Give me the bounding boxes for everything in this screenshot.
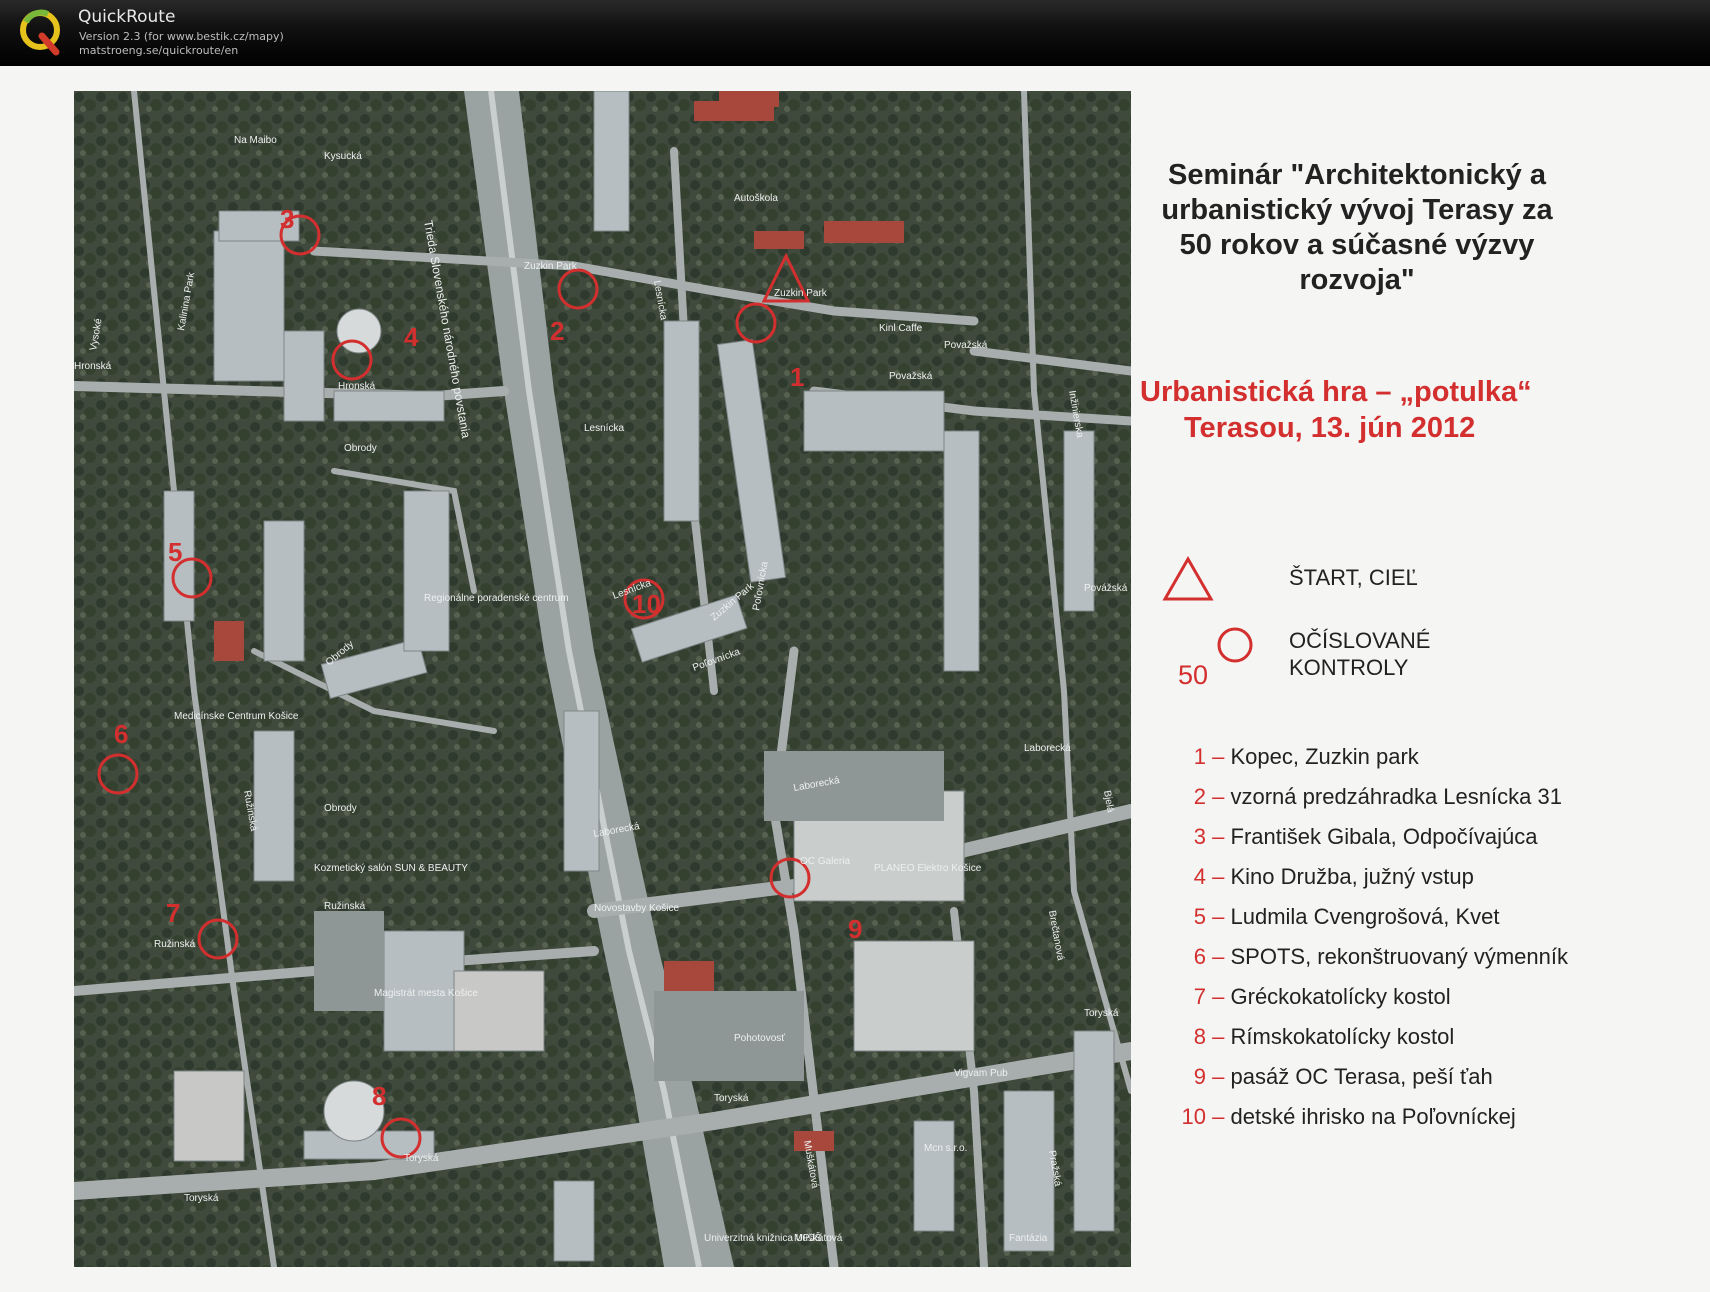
seminar-title: Seminár "Architektonický a urbanistický … — [1132, 158, 1582, 298]
street-label: Regionálne poradenské centrum — [424, 593, 569, 604]
control-label-9: 9 — [848, 914, 862, 944]
satellite-map[interactable]: 1 2 3 4 5 6 7 8 9 10 Na Maibo Kysucká Vy… — [74, 91, 1131, 1267]
seminar-title-line: 50 rokov a súčasné výzvy — [1179, 229, 1535, 261]
street-label: Toryská — [184, 1193, 219, 1204]
control-number: 6 — [1193, 944, 1206, 969]
map-canvas: 1 2 3 4 5 6 7 8 9 10 Na Maibo Kysucká Vy… — [74, 91, 1131, 1267]
list-item: 5 – Ludmila Cvengrošová, Kvet — [1156, 904, 1696, 944]
control-description: Gréckokatolícky kostol — [1230, 984, 1451, 1009]
street-label: Kozmetický salón SUN & BEAUTY — [314, 863, 468, 874]
street-label: Mcn s.r.o. — [924, 1143, 967, 1154]
street-label: Zuzkin Park — [524, 261, 578, 272]
street-label: Kinl Caffe — [879, 323, 923, 334]
control-number: 2 — [1193, 784, 1206, 809]
street-label: Obrody — [324, 803, 357, 814]
control-description: František Gibala, Odpočívajúca — [1230, 824, 1538, 849]
street-label: Považská — [889, 371, 933, 382]
game-subtitle: Urbanistická hra – „potulka“ Terasou, 13… — [1140, 374, 1610, 446]
control-number: 3 — [1193, 824, 1206, 849]
control-list: 1 – Kopec, Zuzkin park 2 – vzorná predzá… — [1156, 744, 1696, 1144]
control-label-2: 2 — [550, 316, 564, 346]
list-item: 9 – pasáž OC Terasa, peší ťah — [1156, 1064, 1696, 1104]
control-description: Kino Družba, južný vstup — [1230, 864, 1474, 889]
street-label: PLANEO Elektro Košice — [874, 863, 982, 874]
control-number: 1 — [1193, 744, 1206, 769]
control-label-3: 3 — [280, 204, 294, 234]
control-description: detské ihrisko na Poľovníckej — [1230, 1104, 1516, 1129]
street-label: Autoškola — [734, 193, 778, 204]
control-description: SPOTS, rekonštruovaný výmenník — [1230, 944, 1568, 969]
street-label: OC Galeria — [800, 856, 850, 867]
control-label-4: 4 — [404, 322, 419, 352]
list-item: 7 – Gréckokatolícky kostol — [1156, 984, 1696, 1024]
street-label: Toryská — [1084, 1008, 1119, 1019]
street-label: Univerzitná knižnica UPJŠ — [704, 1231, 822, 1244]
app-header: QuickRoute Version 2.3 (for www.bestik.c… — [0, 0, 1710, 66]
control-description: pasáž OC Terasa, peší ťah — [1230, 1064, 1493, 1089]
list-item: 6 – SPOTS, rekonštruovaný výmenník — [1156, 944, 1696, 984]
list-item: 10 – detské ihrisko na Poľovníckej — [1156, 1104, 1696, 1144]
start-triangle-icon — [1162, 556, 1214, 601]
list-item: 1 – Kopec, Zuzkin park — [1156, 744, 1696, 784]
street-label: Medicínske Centrum Košice — [174, 711, 299, 722]
seminar-title-line: Seminár "Architektonický a — [1167, 159, 1546, 191]
street-label: Ružinská — [324, 901, 366, 912]
list-item: 4 – Kino Družba, južný vstup — [1156, 864, 1696, 904]
control-description: vzorná predzáhradka Lesnícka 31 — [1230, 784, 1562, 809]
street-label: Magistrát mesta Košice — [374, 988, 478, 999]
game-subtitle-line: Terasou, 13. jún 2012 — [1184, 412, 1476, 444]
app-version: Version 2.3 (for www.bestik.cz/mapy) — [79, 30, 284, 43]
street-label: Novostavby Košice — [594, 903, 679, 914]
control-description: Kopec, Zuzkin park — [1230, 744, 1419, 769]
list-item: 2 – vzorná predzáhradka Lesnícka 31 — [1156, 784, 1696, 824]
street-label: Hronská — [338, 381, 376, 392]
seminar-title-line: urbanistický vývoj Terasy za — [1161, 194, 1553, 226]
seminar-title-line: rozvoja" — [1299, 264, 1415, 296]
control-label-7: 7 — [166, 898, 180, 928]
legend-control-number: 50 — [1178, 660, 1209, 690]
quickroute-logo-icon — [20, 9, 60, 56]
street-label: Toryská — [714, 1093, 749, 1104]
game-subtitle-line: Urbanistická hra – „potulka“ — [1140, 376, 1532, 408]
app-title: QuickRoute — [78, 7, 176, 27]
street-label: Považská — [944, 340, 988, 351]
control-number: 10 — [1181, 1104, 1206, 1129]
street-label: Vigvam Pub — [954, 1068, 1008, 1079]
legend-control-label: OČÍSLOVANÉ KONTROLY — [1289, 627, 1430, 681]
street-label: Na Maibo — [234, 135, 277, 146]
street-label: Povážská — [1084, 583, 1128, 594]
control-label-5: 5 — [168, 537, 182, 567]
legend-control-label-line: KONTROLY — [1289, 655, 1409, 680]
control-description: Ludmila Cvengrošová, Kvet — [1230, 904, 1500, 929]
list-item: 3 – František Gibala, Odpočívajúca — [1156, 824, 1696, 864]
list-item: 8 – Rímskokatolícky kostol — [1156, 1024, 1696, 1064]
legend-start-label: ŠTART, CIEĽ — [1289, 565, 1418, 590]
street-label: Zuzkin Park — [774, 288, 828, 299]
control-circle-icon — [1217, 627, 1253, 663]
street-label: Kysucká — [324, 151, 362, 162]
street-label: Obrody — [344, 443, 377, 454]
street-label: Ružinská — [154, 939, 196, 950]
control-label-1: 1 — [790, 362, 804, 392]
street-label: Hronská — [74, 361, 112, 372]
control-label-6: 6 — [114, 719, 128, 749]
street-label: Lesnícka — [584, 423, 624, 434]
control-number: 5 — [1193, 904, 1206, 929]
control-number: 8 — [1193, 1024, 1206, 1049]
street-label: Fantázia — [1009, 1233, 1048, 1244]
street-label: Toryská — [404, 1153, 439, 1164]
control-label-8: 8 — [372, 1081, 386, 1111]
control-number: 7 — [1193, 984, 1206, 1009]
legend-control-label-line: OČÍSLOVANÉ — [1289, 628, 1431, 653]
control-number: 9 — [1193, 1064, 1206, 1089]
control-number: 4 — [1193, 864, 1206, 889]
app-url: matstroeng.se/quickroute/en — [79, 44, 239, 57]
street-label: Laborecká — [1024, 743, 1071, 754]
street-label: Pohotovosť — [734, 1033, 785, 1044]
control-description: Rímskokatolícky kostol — [1230, 1024, 1455, 1049]
